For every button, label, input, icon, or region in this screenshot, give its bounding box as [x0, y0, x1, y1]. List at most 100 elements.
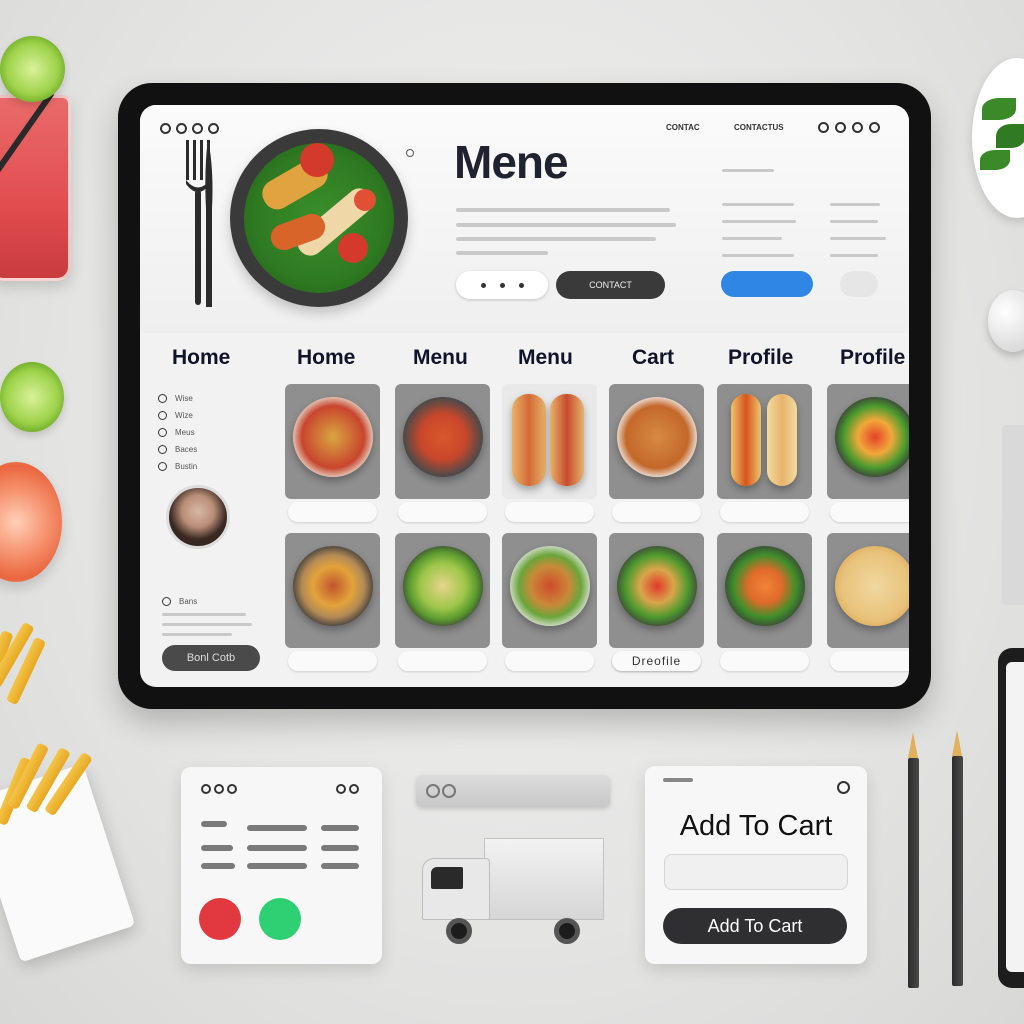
pencil-decoration	[908, 732, 919, 988]
description-line	[456, 208, 670, 212]
control-dot-icon[interactable]	[227, 784, 237, 794]
menu-item-label[interactable]	[288, 502, 377, 522]
radio-icon	[158, 445, 167, 454]
menu-item-card[interactable]	[717, 384, 812, 522]
truck-icon	[484, 838, 604, 920]
menu-item-label[interactable]	[505, 502, 594, 522]
menu-item-card[interactable]	[502, 384, 597, 522]
menu-item-label[interactable]	[505, 651, 594, 671]
sidebar-item[interactable]: Bustin	[158, 458, 268, 475]
header-icons[interactable]	[818, 122, 880, 133]
menu-item-card[interactable]	[609, 384, 704, 522]
nav-cart[interactable]: Cart	[632, 346, 674, 370]
sidebar-item[interactable]: Wize	[158, 407, 268, 424]
add-to-cart-button[interactable]: Add To Cart	[663, 908, 847, 944]
dot-icon	[499, 282, 505, 288]
menu-item-label[interactable]	[398, 651, 487, 671]
menu-item-card[interactable]	[502, 533, 597, 671]
summary-line	[321, 863, 359, 869]
menu-item-card[interactable]	[395, 533, 490, 671]
menu-item-label[interactable]	[720, 502, 809, 522]
info-line	[722, 220, 796, 223]
nav-menu[interactable]: Menu	[518, 346, 573, 370]
nav-home[interactable]: Home	[297, 346, 355, 370]
header-link[interactable]: CONTAC	[666, 123, 700, 132]
cart-icon[interactable]	[835, 122, 846, 133]
sidebar-item-label: Baces	[175, 445, 198, 454]
wheel-icon	[446, 918, 472, 944]
nav-menu[interactable]: Menu	[413, 346, 468, 370]
secondary-button[interactable]	[456, 271, 548, 299]
description-line	[456, 237, 656, 241]
delivery-status-bar	[416, 775, 610, 807]
quantity-input[interactable]	[664, 854, 848, 890]
nav-profile[interactable]: Profile	[728, 346, 793, 370]
dish-image	[767, 394, 797, 486]
menu-item-label[interactable]	[830, 502, 909, 522]
summary-line	[247, 845, 307, 851]
menu-item-card[interactable]	[285, 384, 380, 522]
sidebar-item[interactable]: Meus	[158, 424, 268, 441]
radio-icon	[158, 462, 167, 471]
menu-item-label[interactable]	[398, 502, 487, 522]
info-button[interactable]	[721, 271, 813, 297]
summary-line	[201, 821, 227, 827]
control-dot-icon[interactable]	[214, 784, 224, 794]
info-line	[830, 254, 878, 257]
profile-label[interactable]: Dreofile	[612, 651, 701, 671]
menu-item-card[interactable]	[395, 384, 490, 522]
summary-line	[247, 863, 307, 869]
menu-dot-icon[interactable]	[336, 784, 346, 794]
info-line	[830, 203, 880, 206]
dish-image	[403, 397, 483, 477]
control-dot-icon[interactable]	[201, 784, 211, 794]
menu-item-label[interactable]	[288, 651, 377, 671]
dish-image	[403, 546, 483, 626]
menu-item-label[interactable]	[830, 651, 909, 671]
control-dot-icon[interactable]	[208, 123, 219, 134]
nav-home[interactable]: Home	[172, 346, 230, 370]
add-to-cart-title: Add To Cart	[679, 810, 833, 842]
control-dot-icon[interactable]	[160, 123, 171, 134]
close-icon[interactable]	[837, 781, 850, 794]
menu-item-card[interactable]	[609, 533, 704, 671]
sidebar-button[interactable]: Bonl Cotb	[162, 645, 260, 671]
confirm-button[interactable]	[259, 898, 301, 940]
add-to-cart-card: Add To Cart Add To Cart	[645, 766, 867, 964]
cancel-button[interactable]	[199, 898, 241, 940]
featured-dish-image	[230, 129, 408, 307]
menu-dot-icon[interactable]	[349, 784, 359, 794]
info-toggle[interactable]	[840, 271, 878, 297]
menu-icon[interactable]	[852, 122, 863, 133]
info-line	[722, 254, 794, 257]
header-link[interactable]: CONTACTUS	[734, 123, 784, 132]
menu-item-card[interactable]	[717, 533, 812, 671]
profile-icon[interactable]	[818, 122, 829, 133]
menu-item-label[interactable]	[612, 502, 701, 522]
card-menu[interactable]	[336, 784, 359, 794]
sidebar-item[interactable]: Wise	[158, 390, 268, 407]
control-dot-icon[interactable]	[176, 123, 187, 134]
menu-item-card[interactable]	[827, 533, 909, 671]
sidebar-item[interactable]: Baces	[158, 441, 268, 458]
sidebar-item-label: Wize	[175, 411, 193, 420]
window-controls[interactable]	[160, 123, 219, 134]
card-controls[interactable]	[201, 784, 237, 794]
avatar[interactable]	[166, 485, 230, 549]
nav-profile[interactable]: Profile	[840, 346, 905, 370]
settings-icon[interactable]	[869, 122, 880, 133]
app-screen: Mene CONTACT CONTAC CONTACTUS Home Home …	[140, 105, 909, 687]
order-summary-card	[181, 767, 382, 964]
radio-icon	[158, 411, 167, 420]
menu-item-card[interactable]	[827, 384, 909, 522]
contact-button[interactable]: CONTACT	[556, 271, 665, 299]
drink-glass-decoration	[0, 95, 71, 281]
status-dot-icon	[426, 784, 440, 798]
menu-item-card[interactable]	[285, 533, 380, 671]
control-dot-icon[interactable]	[192, 123, 203, 134]
menu-item-label[interactable]	[720, 651, 809, 671]
lime-slice-decoration	[0, 36, 65, 102]
status-dot-icon	[442, 784, 456, 798]
carousel-dot-icon[interactable]	[406, 149, 414, 157]
info-button[interactable]	[319, 898, 361, 940]
